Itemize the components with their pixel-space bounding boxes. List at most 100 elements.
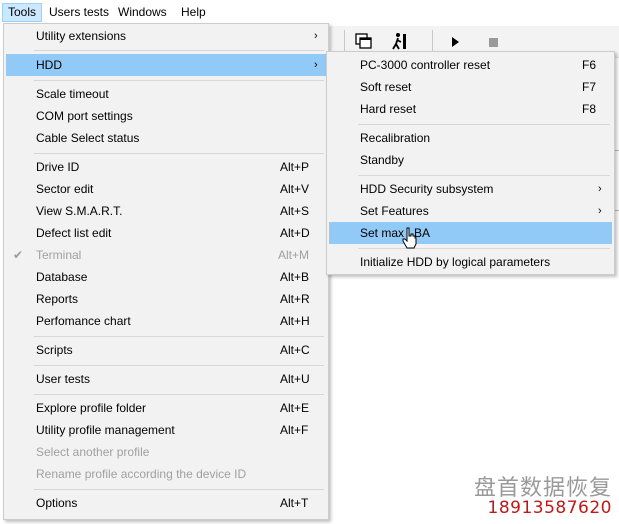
- submenu-arrow-icon: ›: [314, 30, 318, 42]
- menu-item-label: Rename profile according the device ID: [36, 467, 247, 481]
- menu-item-shortcut: Alt+V: [280, 182, 310, 196]
- menu-item-label: Sector edit: [36, 182, 94, 196]
- play-icon[interactable]: [446, 32, 466, 52]
- menu-item-label: Hard reset: [360, 102, 417, 116]
- menu-item-defect-list-edit[interactable]: Defect list edit Alt+D: [6, 222, 326, 244]
- menu-item-label: Drive ID: [36, 160, 80, 174]
- menu-item-drive-id[interactable]: Drive ID Alt+P: [6, 156, 326, 178]
- menu-item-cable-select-status[interactable]: Cable Select status: [6, 127, 326, 149]
- submenu-arrow-icon: ›: [598, 205, 602, 217]
- menu-item-utility-extensions[interactable]: Utility extensions ›: [6, 25, 326, 47]
- menu-item-shortcut: Alt+C: [280, 343, 310, 357]
- menu-separator: [34, 80, 324, 81]
- menu-item-shortcut: Alt+U: [280, 372, 310, 386]
- menu-item-shortcut: F7: [582, 80, 597, 94]
- menu-windows[interactable]: Windows: [113, 3, 172, 22]
- menu-item-label: HDD: [36, 58, 62, 72]
- menu-item-shortcut: Alt+S: [280, 204, 310, 218]
- menu-item-shortcut: F8: [582, 102, 597, 116]
- menu-item-label: View S.M.A.R.T.: [36, 204, 123, 218]
- menu-item-label: Standby: [360, 153, 405, 167]
- menu-item-initialize-hdd[interactable]: Initialize HDD by logical parameters: [329, 251, 612, 273]
- menu-item-com-port-settings[interactable]: COM port settings: [6, 105, 326, 127]
- menu-item-options[interactable]: Options Alt+T: [6, 492, 326, 514]
- menu-item-shortcut: Alt+B: [280, 270, 310, 284]
- menu-item-terminal: ✔ Terminal Alt+M: [6, 244, 326, 266]
- menu-item-set-features[interactable]: Set Features ›: [329, 200, 612, 222]
- menu-item-controller-reset[interactable]: PC-3000 controller reset F6: [329, 54, 612, 76]
- hdd-submenu: PC-3000 controller reset F6 Soft reset F…: [326, 51, 615, 275]
- menu-item-shortcut: Alt+F: [280, 423, 309, 437]
- menu-item-soft-reset[interactable]: Soft reset F7: [329, 76, 612, 98]
- menu-item-label: Utility profile management: [36, 423, 175, 437]
- menu-item-shortcut: Alt+M: [278, 248, 310, 262]
- menu-item-shortcut: Alt+H: [280, 314, 310, 328]
- watermark-phone: 18913587620: [487, 498, 612, 518]
- menu-item-performance-chart[interactable]: Perfomance chart Alt+H: [6, 310, 326, 332]
- submenu-arrow-icon: ›: [598, 183, 602, 195]
- menu-item-recalibration[interactable]: Recalibration: [329, 127, 612, 149]
- menu-item-sector-edit[interactable]: Sector edit Alt+V: [6, 178, 326, 200]
- stop-icon[interactable]: [484, 32, 504, 52]
- menu-item-label: Defect list edit: [36, 226, 112, 240]
- menu-item-label: Terminal: [36, 248, 82, 262]
- menu-separator: [34, 50, 324, 51]
- menu-item-database[interactable]: Database Alt+B: [6, 266, 326, 288]
- menu-item-shortcut: Alt+D: [280, 226, 310, 240]
- menu-separator: [34, 489, 324, 490]
- menu-item-label: PC-3000 controller reset: [360, 58, 491, 72]
- menu-tools[interactable]: Tools: [2, 3, 43, 22]
- menu-item-view-smart[interactable]: View S.M.A.R.T. Alt+S: [6, 200, 326, 222]
- menu-separator: [358, 248, 610, 249]
- tools-menu: Utility extensions › HDD › Scale timeout…: [3, 23, 329, 520]
- menu-item-shortcut: Alt+R: [280, 292, 310, 306]
- mouse-pointer-icon: [402, 227, 417, 249]
- menu-item-standby[interactable]: Standby: [329, 149, 612, 171]
- watermark: 盘首数据恢复 18913587620: [468, 470, 616, 520]
- menu-item-label: Set Features: [360, 204, 429, 218]
- menu-item-select-another-profile: Select another profile: [6, 441, 326, 463]
- menu-item-label: Scripts: [36, 343, 73, 357]
- menu-item-label: User tests: [36, 372, 91, 386]
- menu-item-utility-profile-management[interactable]: Utility profile management Alt+F: [6, 419, 326, 441]
- menu-item-hdd-security[interactable]: HDD Security subsystem ›: [329, 178, 612, 200]
- run-person-icon[interactable]: [390, 32, 410, 52]
- menu-item-shortcut: Alt+T: [280, 496, 309, 510]
- menu-separator: [358, 175, 610, 176]
- menu-item-label: Initialize HDD by logical parameters: [360, 255, 551, 269]
- menu-separator: [34, 336, 324, 337]
- menu-separator: [34, 153, 324, 154]
- menu-item-label: HDD Security subsystem: [360, 182, 494, 196]
- menu-item-hdd[interactable]: HDD ›: [6, 54, 326, 76]
- menu-item-shortcut: Alt+E: [280, 401, 310, 415]
- menu-item-shortcut: Alt+P: [280, 160, 310, 174]
- checkmark-icon: ✔: [13, 248, 24, 262]
- submenu-arrow-icon: ›: [314, 59, 318, 71]
- menu-item-reports[interactable]: Reports Alt+R: [6, 288, 326, 310]
- menu-bar: Tools Users tests Windows Help: [0, 0, 619, 24]
- menu-item-label: COM port settings: [36, 109, 133, 123]
- menu-separator: [358, 124, 610, 125]
- copy-windows-icon[interactable]: [354, 32, 374, 52]
- menu-item-shortcut: F6: [582, 58, 597, 72]
- menu-item-label: Recalibration: [360, 131, 431, 145]
- menu-users-tests[interactable]: Users tests: [44, 3, 114, 22]
- menu-separator: [34, 365, 324, 366]
- menu-item-set-max-lba[interactable]: Set max LBA: [329, 222, 612, 244]
- menu-item-label: Utility extensions: [36, 29, 127, 43]
- menu-separator: [34, 394, 324, 395]
- menu-item-rename-profile: Rename profile according the device ID: [6, 463, 326, 485]
- menu-item-label: Explore profile folder: [36, 401, 147, 415]
- menu-item-hard-reset[interactable]: Hard reset F8: [329, 98, 612, 120]
- menu-item-label: Soft reset: [360, 80, 412, 94]
- menu-item-label: Cable Select status: [36, 131, 140, 145]
- menu-item-label: Perfomance chart: [36, 314, 131, 328]
- menu-item-explore-profile-folder[interactable]: Explore profile folder Alt+E: [6, 397, 326, 419]
- menu-item-user-tests[interactable]: User tests Alt+U: [6, 368, 326, 390]
- menu-help[interactable]: Help: [176, 3, 211, 22]
- menu-item-scale-timeout[interactable]: Scale timeout: [6, 83, 326, 105]
- menu-item-label: Scale timeout: [36, 87, 109, 101]
- menu-item-label: Select another profile: [36, 445, 150, 459]
- menu-item-label: Database: [36, 270, 88, 284]
- menu-item-scripts[interactable]: Scripts Alt+C: [6, 339, 326, 361]
